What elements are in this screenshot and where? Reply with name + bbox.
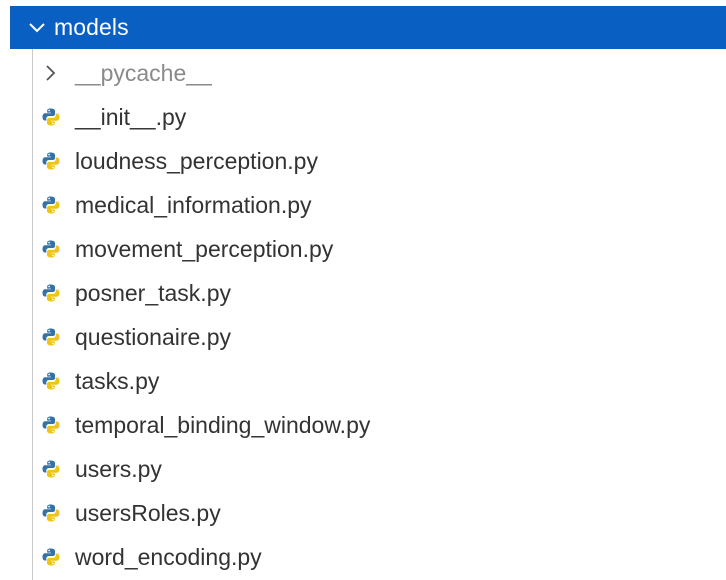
python-icon xyxy=(40,414,62,436)
file-row[interactable]: questionaire.py xyxy=(0,315,726,359)
file-label: users.py xyxy=(75,455,162,482)
chevron-right-icon[interactable] xyxy=(40,62,62,84)
folder-row-models[interactable]: models xyxy=(10,6,726,49)
file-label: temporal_binding_window.py xyxy=(75,411,371,438)
file-row[interactable]: __init__.py xyxy=(0,95,726,139)
file-label: tasks.py xyxy=(75,367,160,394)
python-icon xyxy=(40,150,62,172)
file-label: __init__.py xyxy=(75,103,187,130)
file-row[interactable]: loudness_perception.py xyxy=(0,139,726,183)
python-icon xyxy=(40,370,62,392)
python-icon xyxy=(40,546,62,568)
folder-row[interactable]: __pycache__ xyxy=(0,51,726,95)
python-icon xyxy=(40,194,62,216)
folder-label: models xyxy=(54,14,129,40)
file-row[interactable]: temporal_binding_window.py xyxy=(0,403,726,447)
file-label: __pycache__ xyxy=(75,59,212,86)
file-row[interactable]: movement_perception.py xyxy=(0,227,726,271)
file-explorer: models __pycache__ __init__.py loudness_pe… xyxy=(0,0,726,580)
python-icon xyxy=(40,502,62,524)
python-icon xyxy=(40,326,62,348)
file-label: medical_information.py xyxy=(75,191,312,218)
file-row[interactable]: tasks.py xyxy=(0,359,726,403)
python-icon xyxy=(40,106,62,128)
file-label: word_encoding.py xyxy=(75,543,262,570)
file-label: posner_task.py xyxy=(75,279,231,306)
file-label: movement_perception.py xyxy=(75,235,334,262)
file-label: usersRoles.py xyxy=(75,499,221,526)
file-tree: __pycache__ __init__.py loudness_perceptio… xyxy=(0,51,726,579)
chevron-down-icon[interactable] xyxy=(26,17,48,39)
python-icon xyxy=(40,458,62,480)
file-row[interactable]: medical_information.py xyxy=(0,183,726,227)
file-label: questionaire.py xyxy=(75,323,231,350)
file-row[interactable]: usersRoles.py xyxy=(0,491,726,535)
python-icon xyxy=(40,238,62,260)
file-row[interactable]: word_encoding.py xyxy=(0,535,726,579)
file-row[interactable]: users.py xyxy=(0,447,726,491)
file-label: loudness_perception.py xyxy=(75,147,318,174)
python-icon xyxy=(40,282,62,304)
file-row[interactable]: posner_task.py xyxy=(0,271,726,315)
